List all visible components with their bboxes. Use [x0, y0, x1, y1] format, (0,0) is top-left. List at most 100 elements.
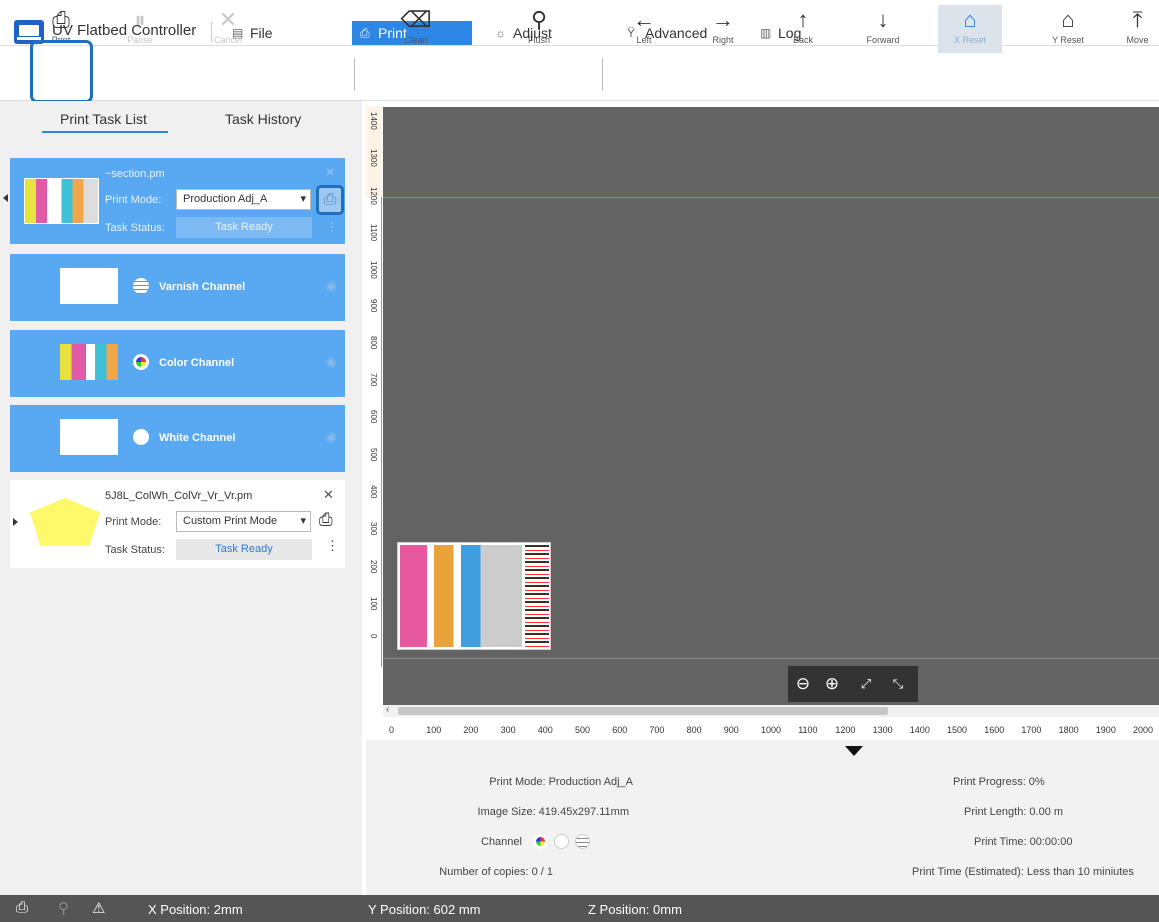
close-icon[interactable]: ✕ [325, 165, 335, 179]
horizontal-ruler-tick: 1800 [1058, 725, 1079, 735]
task-item-selected[interactable]: ~section.pm Print Mode: Production Adj_A… [10, 158, 345, 244]
vertical-ruler-tick: 400 [369, 485, 378, 499]
channel-varnish[interactable]: Varnish Channel ◉ [10, 254, 345, 321]
vertical-ruler-tick: 600 [369, 410, 378, 424]
left-scrollbar[interactable] [346, 101, 362, 895]
varnish-icon [133, 278, 149, 294]
channel-label: Color Channel [159, 357, 235, 369]
preview-bars [525, 545, 549, 647]
zoom-toolbar: ⊖ ⊕ ⤢ ⤡ [788, 666, 918, 702]
flush-icon: ⚲ [530, 7, 548, 32]
tab-task-history[interactable]: Task History [225, 111, 301, 127]
horizontal-ruler-tick: 2000 [1133, 725, 1154, 735]
zoom-in-icon[interactable]: ⊕ [821, 673, 843, 695]
task-item[interactable]: 5J8L_ColWh_ColVr_Vr_Vr.pm Print Mode: Cu… [10, 480, 345, 568]
horizontal-ruler-tick: 700 [649, 725, 665, 735]
channel-white[interactable]: White Channel ◉ [10, 405, 345, 472]
pause-icon: ⏸ [134, 7, 146, 32]
horizontal-ruler-tick: 1200 [835, 725, 856, 735]
z-position: Z Position: 0mm [588, 902, 682, 917]
vertical-ruler-tick: 0 [369, 634, 378, 639]
eye-icon[interactable]: ◉ [326, 354, 337, 370]
color-wheel-icon [533, 834, 548, 849]
print-mode-select[interactable]: Custom Print Mode [176, 511, 311, 532]
forward-button[interactable]: ↓ Forward [851, 5, 915, 53]
x-reset-button[interactable]: ⌂ X Reset [938, 5, 1002, 53]
y-reset-button[interactable]: ⌂ Y Reset [1036, 5, 1100, 53]
vertical-ruler-tick: 1200 [369, 186, 378, 205]
print-origin-line [383, 197, 1159, 198]
white-circle-icon [554, 834, 569, 849]
printer-status-icon: ⎙ [16, 899, 29, 916]
actual-size-icon[interactable]: ⤡ [887, 673, 909, 695]
move-button[interactable]: ⤒ Move [1116, 5, 1159, 53]
zoom-out-icon[interactable]: ⊖ [792, 673, 814, 695]
horizontal-ruler-tick: 1100 [798, 725, 818, 735]
arrow-up-icon: ↑ [797, 7, 809, 32]
horizontal-ruler-tick: 500 [575, 725, 591, 735]
channel-thumbnail [60, 268, 118, 304]
channel-thumbnail [60, 344, 118, 380]
task-print-icon[interactable]: ⎙ [319, 510, 333, 530]
fit-to-screen-icon[interactable]: ⤢ [855, 673, 877, 695]
info-channel-label: Channel [481, 836, 522, 848]
vertical-ruler-tick: 300 [369, 522, 378, 536]
vertical-ruler-tick: 1100 [369, 223, 378, 242]
vertical-ruler-tick: 700 [369, 373, 378, 387]
left-button[interactable]: ← Left [612, 5, 676, 53]
vertical-ruler-tick: 800 [369, 335, 378, 350]
task-status-badge: Task Ready [176, 539, 312, 560]
warning-icon: ⚠ [92, 900, 106, 917]
close-icon[interactable]: ✕ [323, 487, 334, 503]
task-print-icon[interactable]: ⎙ [316, 185, 344, 215]
varnish-icon [575, 834, 590, 849]
toolbar [0, 47, 1159, 101]
arrow-down-icon: ↓ [877, 7, 889, 32]
right-button[interactable]: → Right [691, 5, 755, 53]
vertical-ruler-tick: 1000 [369, 261, 378, 279]
tab-print-task-list[interactable]: Print Task List [60, 111, 147, 127]
channel-color[interactable]: Color Channel ◉ [10, 330, 345, 397]
print-mode-label: Print Mode: [105, 516, 162, 528]
bed-bottom-line [383, 658, 1159, 659]
task-thumbnail [24, 178, 99, 224]
more-options-icon[interactable]: ⋮ [326, 220, 338, 234]
horizontal-ruler-tick: 900 [723, 725, 739, 735]
task-status-badge: Task Ready [176, 217, 312, 238]
home-y-icon: ⌂ [1061, 7, 1075, 32]
adjust-icon: ☼ [495, 26, 506, 40]
task-thumbnail [30, 498, 100, 546]
horizontal-ruler-tick: 1400 [909, 725, 930, 735]
horizontal-ruler-tick: 1600 [984, 725, 1005, 735]
arrow-right-icon: → [712, 7, 734, 32]
info-length: Print Length: 0.00 m [964, 806, 1064, 818]
clean-button[interactable]: ⌫ Clean [384, 5, 448, 53]
image-preview[interactable] [397, 542, 551, 650]
flush-status-icon: ⚲ [58, 900, 69, 917]
pause-button[interactable]: ⏸ Pause [108, 5, 172, 53]
info-progress: Print Progress: 0% [953, 776, 1045, 788]
scroll-left-icon[interactable]: ‹ [386, 704, 389, 715]
expand-caret-icon[interactable] [13, 518, 18, 526]
horizontal-ruler-tick: 400 [537, 725, 553, 735]
print-mode-label: Print Mode: [105, 194, 162, 206]
eye-icon[interactable]: ◉ [326, 278, 337, 294]
flush-button[interactable]: ⚲ Flush [507, 5, 571, 53]
task-status-label: Task Status: [105, 222, 165, 234]
horizontal-ruler-tick: 1000 [761, 725, 782, 735]
cancel-button[interactable]: ✕ Cancel [196, 5, 260, 53]
print-button-highlight [30, 40, 93, 103]
vertical-ruler-tick: 500 [369, 447, 378, 462]
vertical-ruler-tick: 900 [369, 298, 378, 312]
scrollbar-thumb[interactable] [398, 707, 888, 715]
collapse-panel-icon[interactable] [845, 746, 863, 756]
info-image-size: Image Size: 419.45x297.11mm [477, 806, 629, 818]
eye-icon[interactable]: ◉ [326, 429, 337, 445]
collapse-caret-icon[interactable] [3, 194, 8, 202]
log-icon: ▥ [760, 26, 772, 40]
more-options-icon[interactable]: ⋮ [326, 538, 339, 554]
back-button[interactable]: ↑ Back [771, 5, 835, 53]
white-circle-icon [133, 429, 149, 445]
print-mode-select[interactable]: Production Adj_A [176, 189, 311, 210]
eraser-icon: ⌫ [400, 7, 432, 32]
